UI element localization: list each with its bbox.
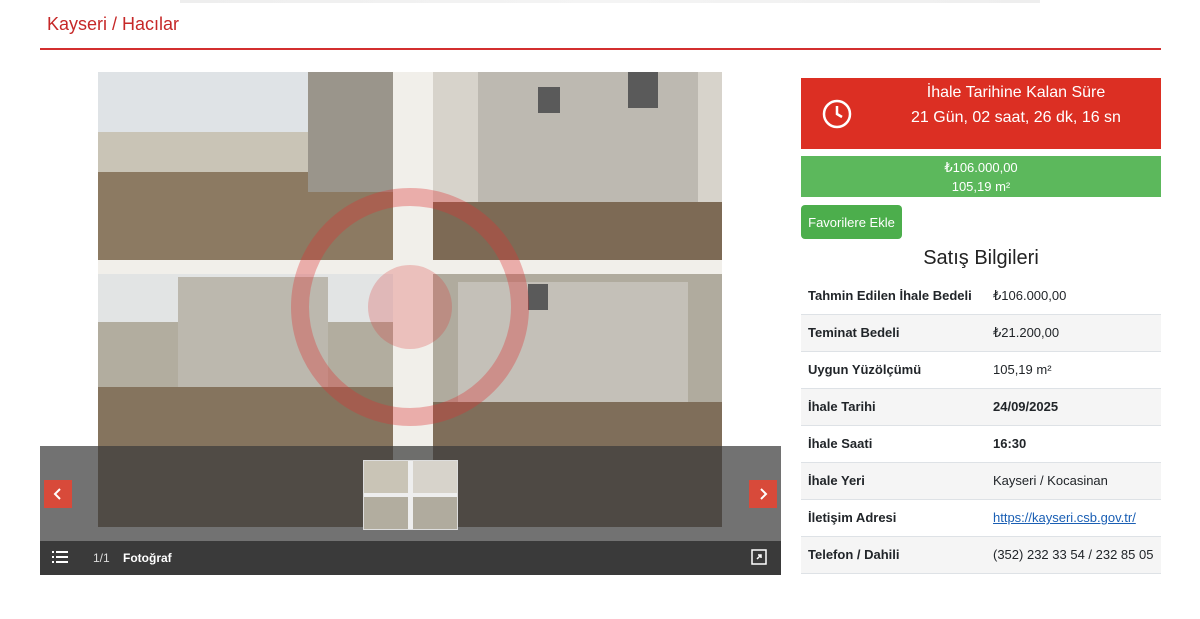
auction-date: 24/09/2025 bbox=[981, 388, 1161, 426]
chevron-right-icon bbox=[760, 488, 768, 500]
title-divider bbox=[40, 48, 1161, 50]
gallery-toolbar: 1/1 Fotoğraf bbox=[40, 541, 781, 575]
row-value: ₺21.200,00 bbox=[981, 314, 1161, 352]
row-value: 105,19 m² bbox=[981, 351, 1161, 389]
auction-time: 16:30 bbox=[981, 425, 1161, 463]
thumbnail[interactable] bbox=[363, 460, 458, 530]
breadcrumb: Kayseri / Hacılar bbox=[47, 14, 180, 34]
row-value: Kayseri / Kocasinan bbox=[981, 462, 1161, 500]
gallery-label: Fotoğraf bbox=[123, 551, 172, 565]
table-row: Telefon / Dahili (352) 232 33 54 / 232 8… bbox=[801, 536, 1161, 574]
phone-value: (352) 232 33 54 / 232 85 05 bbox=[981, 536, 1161, 574]
next-photo-button[interactable] bbox=[749, 480, 777, 508]
list-icon[interactable] bbox=[52, 550, 68, 567]
row-label: İletişim Adresi bbox=[801, 499, 981, 537]
row-label: Telefon / Dahili bbox=[801, 536, 981, 574]
price-area: 105,19 m² bbox=[951, 179, 1011, 194]
thumbnail-strip bbox=[40, 446, 781, 541]
table-row: Uygun Yüzölçümü 105,19 m² bbox=[801, 351, 1161, 389]
price-amount: ₺106.000,00 bbox=[944, 160, 1018, 175]
photo-gallery: 1/1 Fotoğraf bbox=[40, 71, 781, 576]
row-label: İhale Saati bbox=[801, 425, 981, 463]
contact-address-link[interactable]: https://kayseri.csb.gov.tr/ bbox=[993, 510, 1136, 525]
photo-counter: 1/1 bbox=[93, 551, 110, 565]
price-summary: ₺106.000,00 105,19 m² bbox=[801, 156, 1161, 197]
countdown-value: 21 Gün, 02 saat, 26 dk, 16 sn bbox=[911, 109, 1121, 126]
clock-icon bbox=[821, 98, 853, 135]
auction-countdown: İhale Tarihine Kalan Süre 21 Gün, 02 saa… bbox=[801, 78, 1161, 149]
row-label: İhale Yeri bbox=[801, 462, 981, 500]
row-label: Uygun Yüzölçümü bbox=[801, 351, 981, 389]
table-row: İhale Saati 16:30 bbox=[801, 425, 1161, 463]
sales-info-table: Tahmin Edilen İhale Bedeli ₺106.000,00 T… bbox=[801, 278, 1161, 574]
table-row: İletişim Adresi https://kayseri.csb.gov.… bbox=[801, 499, 1161, 537]
row-value: ₺106.000,00 bbox=[981, 278, 1161, 315]
countdown-title: İhale Tarihine Kalan Süre bbox=[926, 84, 1106, 101]
table-row: İhale Yeri Kayseri / Kocasinan bbox=[801, 462, 1161, 500]
row-label: Tahmin Edilen İhale Bedeli bbox=[801, 278, 981, 315]
table-row: Tahmin Edilen İhale Bedeli ₺106.000,00 bbox=[801, 278, 1161, 315]
table-row: Teminat Bedeli ₺21.200,00 bbox=[801, 314, 1161, 352]
row-label: Teminat Bedeli bbox=[801, 314, 981, 352]
table-row: İhale Tarihi 24/09/2025 bbox=[801, 388, 1161, 426]
add-to-favorites-button[interactable]: Favorilere Ekle bbox=[801, 205, 902, 239]
fullscreen-icon[interactable] bbox=[751, 549, 767, 568]
top-nav-fade bbox=[180, 0, 1040, 3]
row-label: İhale Tarihi bbox=[801, 388, 981, 426]
chevron-left-icon bbox=[53, 488, 61, 500]
previous-photo-button[interactable] bbox=[44, 480, 72, 508]
sales-info-title: Satış Bilgileri bbox=[923, 247, 1039, 269]
